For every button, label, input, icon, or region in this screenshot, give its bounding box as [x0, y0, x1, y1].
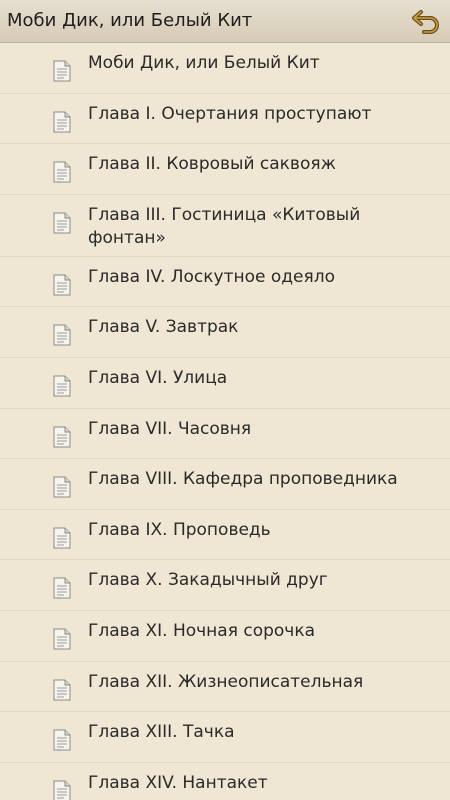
toc-item-9[interactable]: Глава IX. Проповедь [0, 510, 450, 561]
document-icon [53, 729, 71, 751]
document-icon [53, 60, 71, 82]
toc-item-12[interactable]: Глава XII. Жизнеописательная [0, 662, 450, 713]
document-icon [53, 324, 71, 346]
toc-item-3[interactable]: Глава III. Гостиница «Китовый фонтан» [0, 195, 450, 257]
toc-item-0[interactable]: Моби Дик, или Белый Кит [0, 43, 450, 94]
toc-item-label: Глава V. Завтрак [88, 317, 239, 338]
toc-item-6[interactable]: Глава VI. Улица [0, 358, 450, 409]
toc-item-7[interactable]: Глава VII. Часовня [0, 409, 450, 460]
document-icon [53, 628, 71, 650]
toc-item-label: Глава I. Очертания проступают [88, 103, 372, 124]
document-icon [53, 679, 71, 701]
table-of-contents: Моби Дик, или Белый Кит Глава I. Очертан… [0, 43, 450, 800]
toc-item-label: Глава III. Гостиница «Китовый фонтан» [88, 204, 361, 248]
toc-item-8[interactable]: Глава VIII. Кафедра проповедника [0, 459, 450, 510]
toc-item-13[interactable]: Глава XIII. Тачка [0, 712, 450, 763]
toc-item-5[interactable]: Глава V. Завтрак [0, 307, 450, 358]
toc-item-label: Глава VII. Часовня [88, 418, 252, 439]
document-icon [53, 780, 71, 800]
toc-item-label: Глава IX. Проповедь [88, 519, 271, 540]
document-icon [53, 375, 71, 397]
toc-item-label: Глава VI. Улица [88, 367, 228, 388]
toc-item-2[interactable]: Глава II. Ковровый саквояж [0, 144, 450, 195]
document-icon [53, 161, 71, 183]
toc-item-4[interactable]: Глава IV. Лоскутное одеяло [0, 257, 450, 308]
book-title: Моби Дик, или Белый Кит [7, 10, 253, 31]
document-icon [53, 274, 71, 296]
toc-item-label: Глава X. Закадычный друг [88, 570, 328, 591]
toc-item-label: Глава II. Ковровый саквояж [88, 154, 336, 175]
toc-item-label: Глава XIII. Тачка [88, 722, 235, 743]
toc-item-14[interactable]: Глава XIV. Нантакет [0, 763, 450, 800]
toc-item-label: Глава VIII. Кафедра проповедника [88, 469, 398, 490]
toc-item-label: Глава XII. Жизнеописательная [88, 671, 364, 692]
toc-item-1[interactable]: Глава I. Очертания проступают [0, 94, 450, 145]
title-bar: Моби Дик, или Белый Кит [0, 0, 450, 43]
document-icon [53, 426, 71, 448]
toc-item-label: Глава XIV. Нантакет [88, 772, 268, 793]
document-icon [53, 527, 71, 549]
toc-item-label: Глава XI. Ночная сорочка [88, 620, 316, 641]
back-button[interactable] [410, 4, 444, 38]
document-icon [53, 577, 71, 599]
toc-item-11[interactable]: Глава XI. Ночная сорочка [0, 611, 450, 662]
back-arrow-icon [412, 10, 439, 34]
toc-item-label: Моби Дик, или Белый Кит [88, 53, 320, 73]
document-icon [53, 111, 71, 133]
document-icon [53, 476, 71, 498]
document-icon [53, 212, 71, 234]
toc-item-label: Глава IV. Лоскутное одеяло [88, 266, 335, 287]
toc-item-10[interactable]: Глава X. Закадычный друг [0, 560, 450, 611]
